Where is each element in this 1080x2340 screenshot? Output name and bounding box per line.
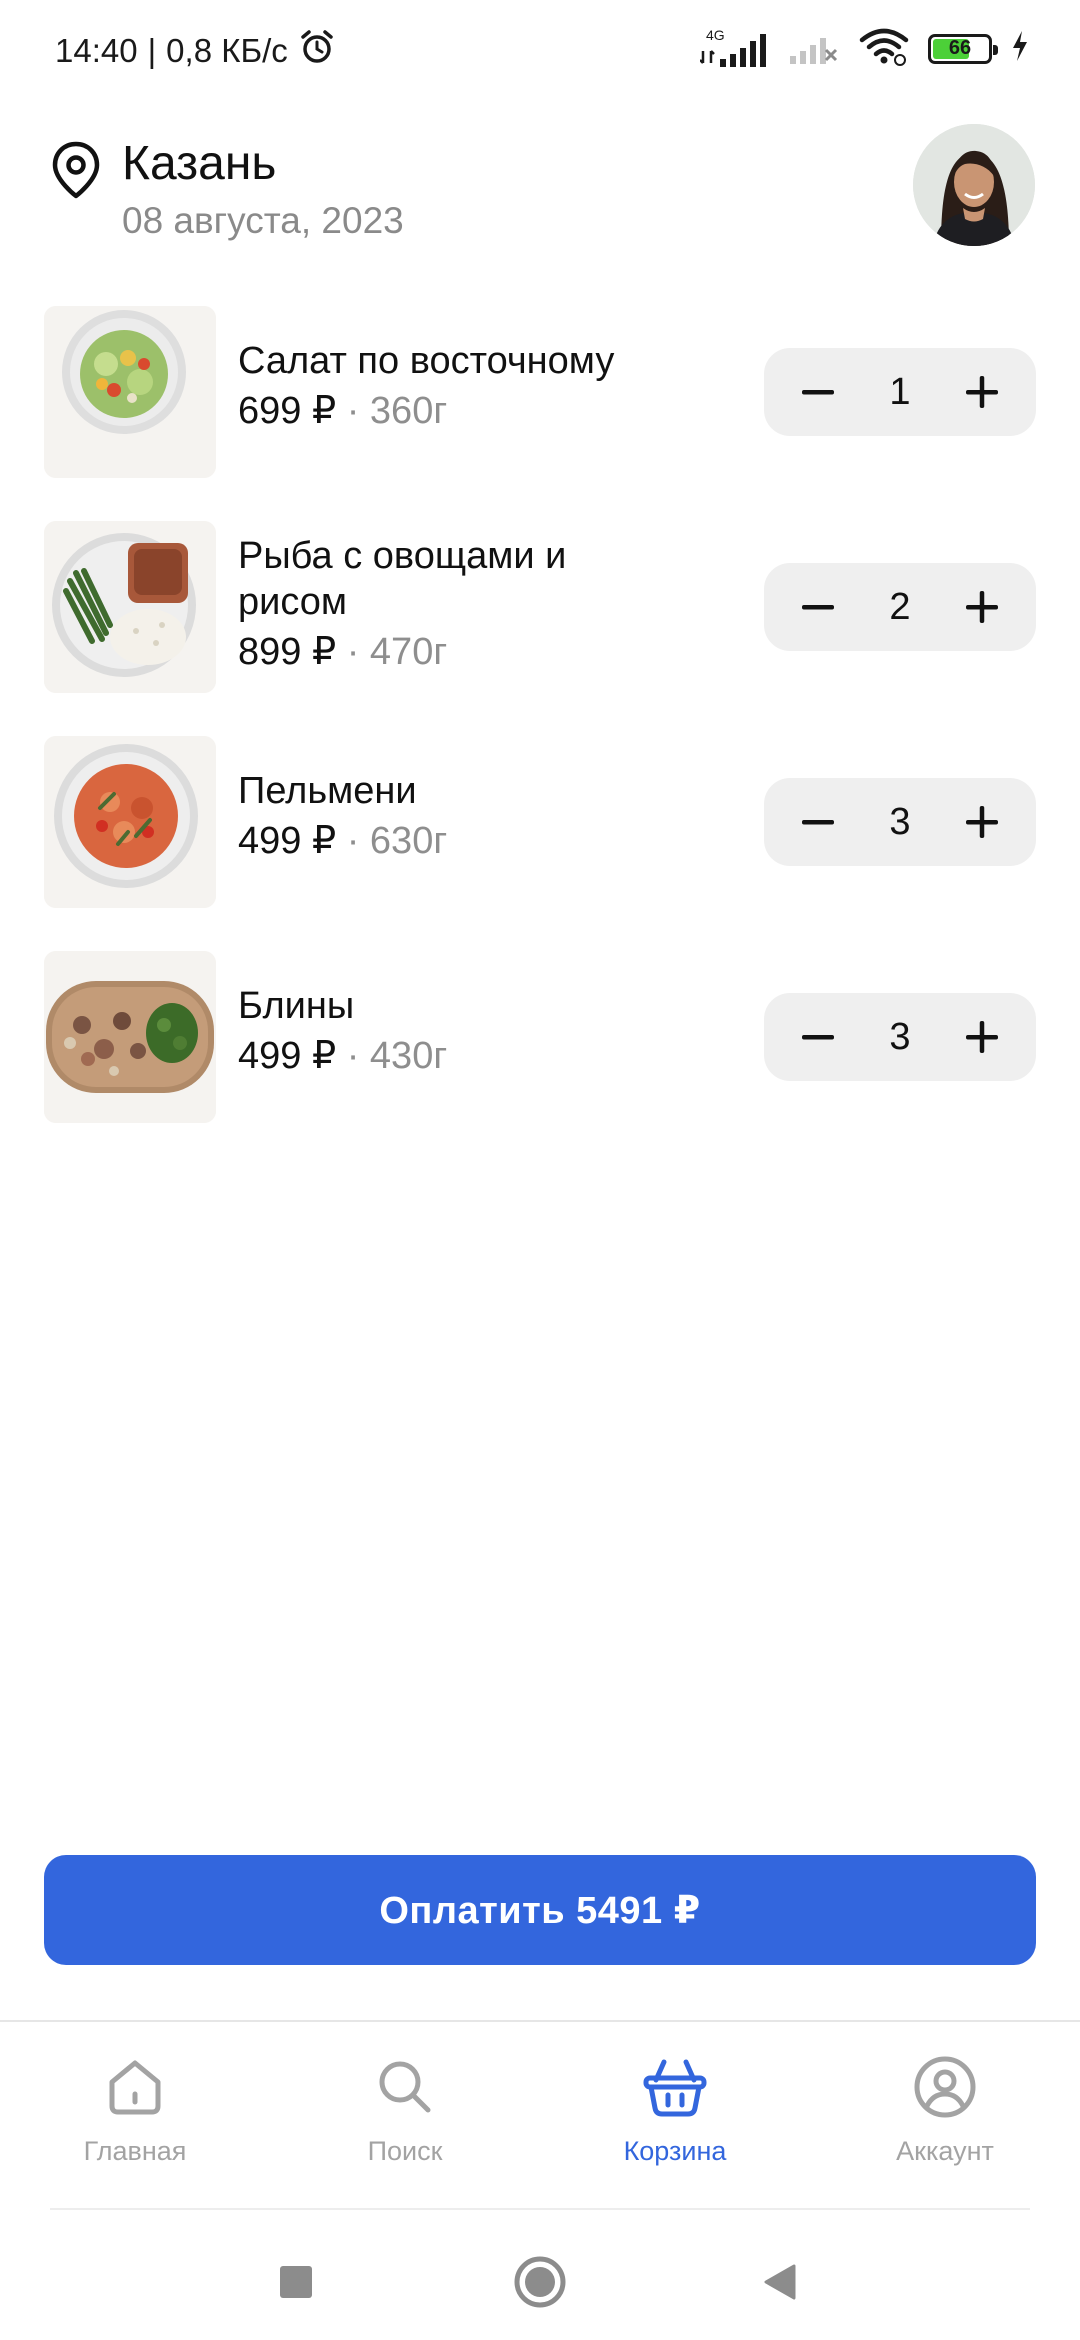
city-title[interactable]: Казань	[122, 136, 276, 191]
dish-image-pelmeni[interactable]	[44, 736, 216, 908]
item-name[interactable]: Салат по восточному	[238, 338, 718, 384]
item-info: Рыба с овощами и рисом 899 ₽ · 470г	[238, 533, 718, 675]
signal-icon: 4G	[700, 27, 770, 69]
item-meta: 499 ₽ · 430г	[238, 1033, 718, 1079]
item-info: Пельмени 499 ₽ · 630г	[238, 768, 718, 864]
battery-level: 66	[948, 37, 972, 59]
status-left: 14:40 | 0,8 КБ/с	[55, 28, 336, 74]
item-price: 499 ₽	[238, 1035, 337, 1077]
nav-item-home[interactable]: Главная	[35, 2052, 235, 2192]
quantity-stepper: 2	[764, 563, 1036, 651]
minus-icon	[802, 390, 834, 395]
decrease-button[interactable]	[774, 348, 862, 436]
plus-icon	[966, 806, 998, 838]
status-speed: 0,8 КБ/с	[166, 32, 288, 69]
item-info: Салат по восточному 699 ₽ · 360г	[238, 338, 718, 434]
battery-cap	[993, 44, 998, 55]
quantity-stepper: 3	[764, 993, 1036, 1081]
dish-image-fish[interactable]	[44, 521, 216, 693]
quantity-stepper: 1	[764, 348, 1036, 436]
pay-button[interactable]: Оплатить 5491 ₽	[44, 1855, 1036, 1965]
nav-label-cart: Корзина	[623, 2136, 727, 2166]
dish-image-salad[interactable]	[44, 306, 216, 478]
avatar[interactable]	[913, 124, 1035, 246]
nav-item-account[interactable]: Аккаунт	[845, 2052, 1045, 2192]
quantity-value: 1	[889, 370, 911, 413]
quantity-value: 3	[889, 800, 911, 843]
item-separator: ·	[346, 390, 360, 432]
item-weight: 430г	[369, 1035, 448, 1077]
item-info: Блины 499 ₽ · 430г	[238, 983, 718, 1079]
decrease-button[interactable]	[774, 778, 862, 866]
quantity-value: 3	[889, 1015, 911, 1058]
cart-item: Салат по восточному 699 ₽ · 360г 1	[0, 306, 1080, 478]
item-meta: 899 ₽ · 470г	[238, 629, 718, 675]
nav-label-search: Поиск	[367, 2136, 443, 2166]
item-price: 499 ₽	[238, 820, 337, 862]
item-weight: 630г	[369, 820, 448, 862]
cart-item: Блины 499 ₽ · 430г 3	[0, 951, 1080, 1123]
increase-button[interactable]	[938, 348, 1026, 436]
item-separator: ·	[346, 820, 360, 862]
cart-item: Пельмени 499 ₽ · 630г 3	[0, 736, 1080, 908]
plus-icon	[966, 376, 998, 408]
decrease-button[interactable]	[774, 563, 862, 651]
item-meta: 699 ₽ · 360г	[238, 388, 718, 434]
minus-icon	[802, 605, 834, 610]
wifi-icon	[858, 26, 910, 71]
recent-apps-button[interactable]	[266, 2252, 326, 2312]
home-system-button[interactable]	[510, 2252, 570, 2312]
item-price: 899 ₽	[238, 631, 337, 673]
status-right: 4G 66	[700, 26, 1030, 71]
status-bar: 14:40 | 0,8 КБ/с 4G 66	[0, 0, 1080, 96]
header: Казань 08 августа, 2023	[0, 120, 1080, 270]
system-navigation-bar	[0, 2210, 1080, 2340]
nav-label-account: Аккаунт	[896, 2136, 994, 2166]
item-weight: 470г	[369, 631, 448, 673]
plus-icon	[966, 591, 998, 623]
item-separator: ·	[346, 631, 360, 673]
increase-button[interactable]	[938, 563, 1026, 651]
dish-image-bliny[interactable]	[44, 951, 216, 1123]
item-meta: 499 ₽ · 630г	[238, 818, 718, 864]
nav-label-home: Главная	[83, 2136, 187, 2166]
current-date: 08 августа, 2023	[122, 200, 404, 241]
search-icon	[370, 2052, 440, 2122]
quantity-stepper: 3	[764, 778, 1036, 866]
back-triangle-icon	[764, 2264, 796, 2300]
circle-icon	[514, 2256, 566, 2308]
increase-button[interactable]	[938, 778, 1026, 866]
decrease-button[interactable]	[774, 993, 862, 1081]
item-weight: 360г	[369, 390, 448, 432]
nav-item-cart[interactable]: Корзина	[575, 2052, 775, 2192]
item-price: 699 ₽	[238, 390, 337, 432]
minus-icon	[802, 1035, 834, 1040]
back-button[interactable]	[750, 2252, 810, 2312]
status-separator: |	[147, 32, 157, 69]
battery-icon: 66	[928, 33, 998, 64]
basket-icon	[640, 2052, 710, 2122]
home-icon	[100, 2052, 170, 2122]
item-name[interactable]: Блины	[238, 983, 718, 1029]
increase-button[interactable]	[938, 993, 1026, 1081]
cart-item: Рыба с овощами и рисом 899 ₽ · 470г 2	[0, 521, 1080, 693]
location-pin-icon[interactable]	[50, 140, 102, 200]
charging-icon	[1010, 29, 1030, 68]
plus-icon	[966, 1021, 998, 1053]
item-separator: ·	[346, 1035, 360, 1077]
minus-icon	[802, 820, 834, 825]
item-name[interactable]: Пельмени	[238, 768, 718, 814]
item-name[interactable]: Рыба с овощами и рисом	[238, 533, 628, 625]
square-icon	[280, 2266, 312, 2298]
alarm-icon	[298, 28, 336, 74]
quantity-value: 2	[889, 585, 911, 628]
signal-off-icon	[788, 26, 840, 71]
bottom-nav: Главная Поиск Корзина Аккаунт	[0, 2022, 1080, 2208]
user-icon	[910, 2052, 980, 2122]
status-time: 14:40	[55, 32, 138, 69]
nav-item-search[interactable]: Поиск	[305, 2052, 505, 2192]
